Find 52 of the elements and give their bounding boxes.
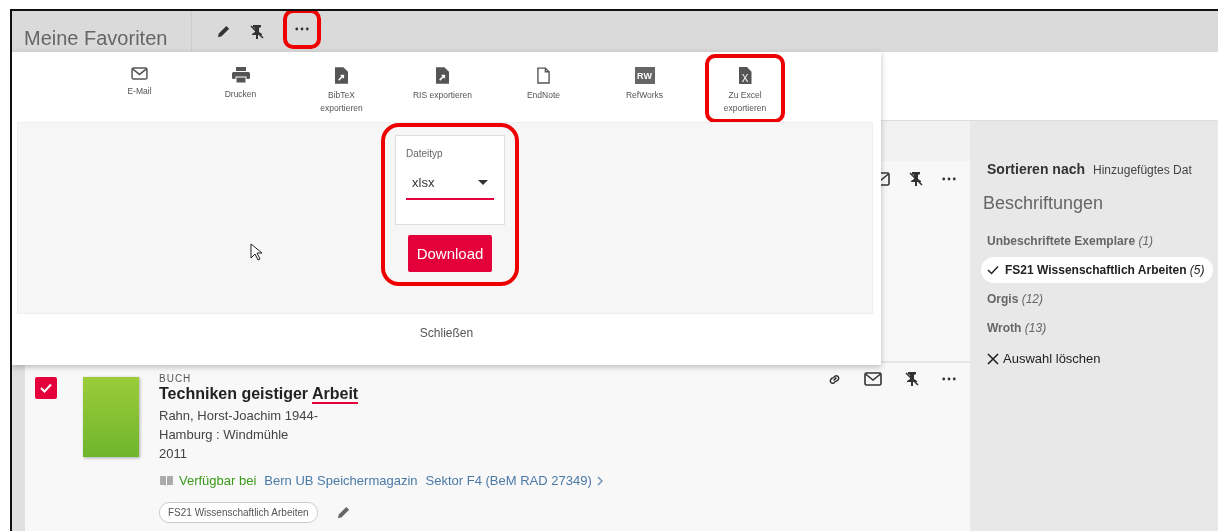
label-filter[interactable]: Wroth (13): [981, 315, 1055, 341]
page-title: Meine Favoriten: [24, 27, 168, 50]
mouse-cursor-icon: [250, 243, 262, 261]
refworks-logo: RW: [634, 67, 655, 84]
file-export-icon: [436, 67, 449, 84]
file-type-label: Dateityp: [406, 148, 444, 159]
more-icon[interactable]: [942, 377, 956, 381]
clear-selection-button[interactable]: Auswahl löschen: [987, 351, 1101, 366]
library-link[interactable]: Bern UB Speichermagazin: [264, 473, 418, 488]
chevron-right-icon[interactable]: [596, 475, 603, 486]
label-filter[interactable]: Unbeschriftete Exemplare (1): [981, 228, 1162, 254]
item-type: BUCH: [159, 373, 193, 384]
export-action[interactable]: EndNote: [493, 52, 594, 102]
checkmark-icon: [40, 383, 52, 393]
label-tag[interactable]: FS21 Wissenschaftlich Arbeiten: [159, 502, 318, 523]
label-filter[interactable]: FS21 Wissenschaftlich Arbeiten (5): [981, 257, 1213, 283]
dropdown-caret-icon: [478, 180, 488, 185]
more-icon[interactable]: [942, 177, 956, 181]
pencil-icon[interactable]: [335, 505, 351, 520]
export-action[interactable]: BibTeX exportieren: [291, 52, 392, 115]
email-icon: [131, 67, 148, 80]
export-action[interactable]: Drucken: [190, 52, 291, 101]
printer-icon: [231, 67, 250, 83]
item-title[interactable]: Techniken geistiger Arbeit: [159, 385, 603, 403]
excel-file-icon: X: [738, 67, 752, 84]
file-export-icon: [335, 67, 348, 84]
unpin-icon[interactable]: [908, 171, 924, 187]
export-action[interactable]: RIS exportieren: [392, 52, 493, 102]
item-year: 2011: [159, 445, 188, 463]
sort-dropdown[interactable]: Hinzugefügtes Dat: [1093, 163, 1192, 177]
item-publisher: Hamburg : Windmühle: [159, 426, 290, 444]
checkmark-icon: [987, 265, 999, 275]
sort-label: Sortieren nach: [987, 161, 1086, 177]
label-filter[interactable]: Orgis (12): [981, 286, 1052, 312]
unpin-icon[interactable]: [249, 23, 266, 40]
location-link[interactable]: Sektor F4 (BeM RAD 27349): [425, 473, 592, 488]
export-action[interactable]: E-Mail: [89, 52, 190, 98]
download-button[interactable]: Download: [407, 235, 493, 272]
file-type-select[interactable]: xlsx: [406, 169, 494, 200]
item-author: Rahn, Horst-Joachim 1944-: [159, 407, 319, 425]
labels-heading: Beschriftungen: [983, 193, 1105, 214]
pencil-icon[interactable]: [216, 24, 232, 39]
checkbox[interactable]: [35, 377, 57, 399]
close-button[interactable]: Schließen: [415, 322, 478, 344]
unpin-icon[interactable]: [904, 371, 920, 387]
more-icon[interactable]: [295, 26, 310, 31]
export-action[interactable]: RW RefWorks: [594, 52, 695, 102]
close-icon: [987, 352, 999, 365]
email-icon[interactable]: [864, 372, 882, 386]
file-icon: [537, 67, 550, 84]
availability-status: Verfügbar bei: [179, 473, 257, 488]
book-icon: [159, 475, 174, 486]
